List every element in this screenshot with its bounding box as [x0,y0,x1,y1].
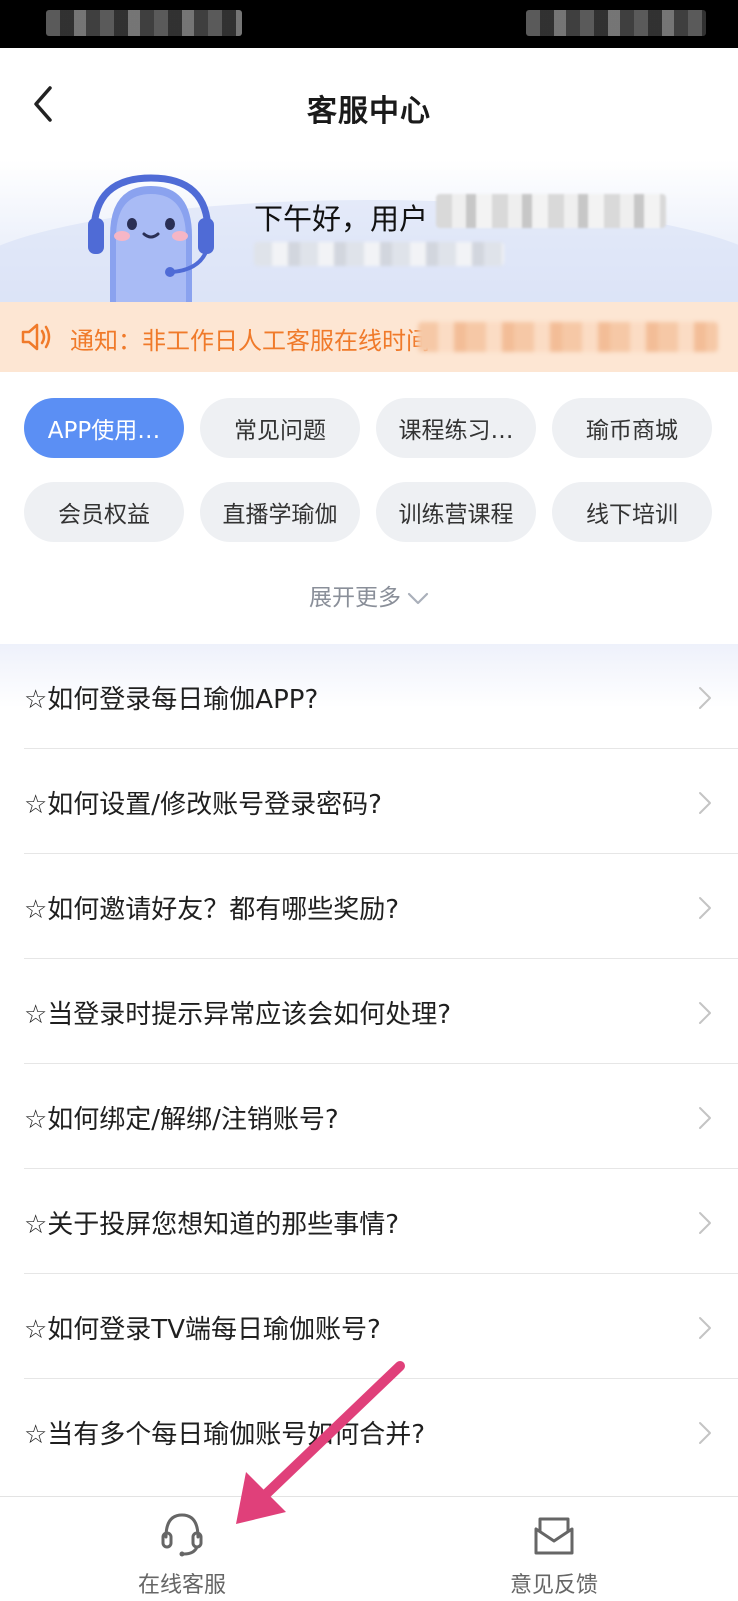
category-chip-bootcamp[interactable]: 训练营课程 [376,482,536,542]
feedback-label: 意见反馈 [509,1573,598,1598]
notice-bar[interactable]: 通知：非工作日人工客服在线时间 [0,302,738,372]
feedback-tab[interactable]: 意见反馈 [454,1511,654,1599]
faq-question: ☆当有多个每日瑜伽账号如何合并? [24,1419,426,1450]
greeting-text: 下午好，用户 [254,202,429,236]
faq-item[interactable]: ☆如何登录每日瑜伽APP? [24,644,738,749]
chevron-right-icon [699,687,711,709]
faq-section: ☆如何登录每日瑜伽APP? ☆如何设置/修改账号登录密码? ☆如何邀请好友？都有… [0,644,738,1500]
chevron-right-icon [699,792,711,814]
category-chip-faq[interactable]: 常见问题 [200,398,360,458]
chevron-right-icon [699,897,711,919]
faq-item[interactable]: ☆如何邀请好友？都有哪些奖励? [24,854,738,959]
faq-question: ☆如何绑定/解绑/注销账号? [24,1104,339,1135]
chevron-down-icon [407,592,429,604]
faq-list: ☆如何登录每日瑜伽APP? ☆如何设置/修改账号登录密码? ☆如何邀请好友？都有… [24,644,738,1483]
faq-item[interactable]: ☆当登录时提示异常应该会如何处理? [24,959,738,1064]
faq-question: ☆关于投屏您想知道的那些事情? [24,1209,400,1240]
notice-text: 通知：非工作日人工客服在线时间 [70,327,430,355]
chevron-right-icon [699,1212,711,1234]
faq-item[interactable]: ☆当有多个每日瑜伽账号如何合并? [24,1379,738,1483]
faq-question: ☆如何设置/修改账号登录密码? [24,789,382,820]
status-right-redacted [526,10,706,36]
faq-question: ☆如何邀请好友？都有哪些奖励? [24,894,400,925]
category-chips: APP使用… 常见问题 课程练习… 瑜币商城 会员权益 直播学瑜伽 训练营课程 … [24,398,714,542]
service-mascot-icon [88,174,214,302]
online-service-tab[interactable]: 在线客服 [82,1511,282,1599]
subtitle-redacted [254,242,504,266]
expand-more-button[interactable]: 展开更多 [0,578,738,612]
chevron-right-icon [699,1317,711,1339]
chevron-right-icon [699,1002,711,1024]
category-chip-membership[interactable]: 会员权益 [24,482,184,542]
chevron-right-icon [699,1107,711,1129]
page-title: 客服中心 [307,94,431,129]
category-chip-app-usage[interactable]: APP使用… [24,398,184,458]
category-chip-live-yoga[interactable]: 直播学瑜伽 [200,482,360,542]
faq-item[interactable]: ☆如何登录TV端每日瑜伽账号? [24,1274,738,1379]
category-chip-course-practice[interactable]: 课程练习… [376,398,536,458]
headset-icon [161,1513,203,1557]
faq-item[interactable]: ☆关于投屏您想知道的那些事情? [24,1169,738,1274]
status-left-redacted [46,10,242,36]
greeting-banner: 下午好，用户 [0,160,738,302]
online-service-label: 在线客服 [137,1573,226,1598]
faq-question: ☆当登录时提示异常应该会如何处理? [24,999,452,1030]
username-redacted [436,194,666,228]
faq-question: ☆如何登录TV端每日瑜伽账号? [24,1314,381,1345]
chevron-right-icon [699,1422,711,1444]
faq-item[interactable]: ☆如何设置/修改账号登录密码? [24,749,738,854]
speaker-icon [21,323,51,351]
faq-item[interactable]: ☆如何绑定/解绑/注销账号? [24,1064,738,1169]
category-chip-coin-store[interactable]: 瑜币商城 [552,398,712,458]
bottom-tab-bar: 在线客服 意见反馈 [0,1496,738,1601]
mail-icon [534,1517,574,1555]
status-bar [0,0,738,48]
category-chip-offline-training[interactable]: 线下培训 [552,482,712,542]
expand-more-label: 展开更多 [309,585,401,611]
nav-bar: 客服中心 [0,48,738,160]
notice-redacted [418,322,718,352]
faq-question: ☆如何登录每日瑜伽APP? [24,684,319,715]
